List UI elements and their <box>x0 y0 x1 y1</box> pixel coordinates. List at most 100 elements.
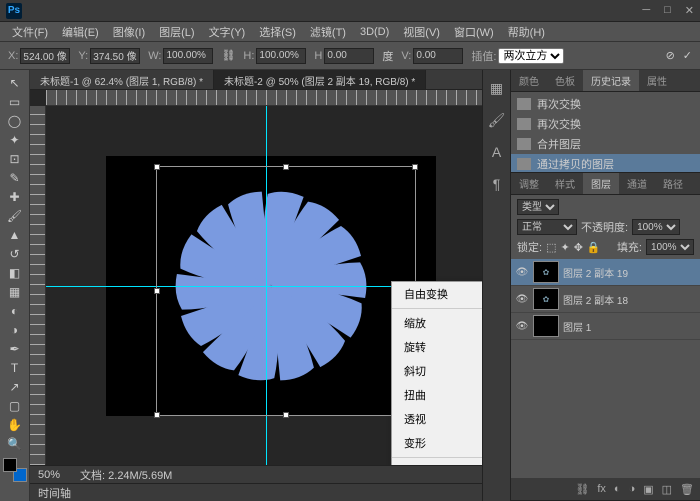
stamp-tool[interactable]: ▲ <box>4 226 26 244</box>
v-input[interactable] <box>413 48 463 64</box>
eyedropper-tool[interactable]: ✎ <box>4 169 26 187</box>
zoom-tool[interactable]: 🔍 <box>4 435 26 453</box>
minimize-icon[interactable]: ─ <box>642 4 650 17</box>
transform-handle-w[interactable] <box>154 288 160 294</box>
panel-tab[interactable]: 色板 <box>547 70 583 91</box>
menu-item[interactable]: 窗口(W) <box>448 22 500 42</box>
cancel-transform-icon[interactable]: ⊘ <box>666 49 675 62</box>
dock-icon-para[interactable]: ¶ <box>487 174 507 194</box>
adjustment-icon[interactable]: ◑ <box>629 483 636 495</box>
interp-select[interactable]: 两次立方 <box>498 48 564 64</box>
history-item[interactable]: 通过拷贝的图层 <box>511 154 700 172</box>
menu-item[interactable]: 图层(L) <box>153 22 200 42</box>
panel-tab[interactable]: 路径 <box>655 173 691 194</box>
dock-icon-brush[interactable]: 🖌 <box>487 110 507 130</box>
transform-handle-sw[interactable] <box>154 412 160 418</box>
layer-row[interactable]: 👁✿图层 2 副本 18 <box>511 286 700 313</box>
y-input[interactable] <box>90 48 140 64</box>
visibility-icon[interactable]: 👁 <box>515 267 529 278</box>
context-menu-item[interactable]: 斜切 <box>392 359 482 383</box>
document-tab[interactable]: 未标题-2 @ 50% (图层 2 副本 19, RGB/8) * <box>214 70 426 89</box>
lock-position-icon[interactable]: ✥ <box>574 241 583 254</box>
crop-tool[interactable]: ⊡ <box>4 150 26 168</box>
dock-icon-swatches[interactable]: ▦ <box>487 78 507 98</box>
document-tab[interactable]: 未标题-1 @ 62.4% (图层 1, RGB/8) * <box>30 70 214 89</box>
group-icon[interactable]: ▣ <box>643 483 653 496</box>
zoom-value[interactable]: 50% <box>38 469 60 481</box>
panel-tab[interactable]: 调整 <box>511 173 547 194</box>
menu-item[interactable]: 图像(I) <box>107 22 151 42</box>
gradient-tool[interactable]: ▦ <box>4 283 26 301</box>
hand-tool[interactable]: ✋ <box>4 416 26 434</box>
pen-tool[interactable]: ✒ <box>4 340 26 358</box>
canvas-viewport[interactable]: 自由变换缩放旋转斜切扭曲透视变形内容识别比例操控变形旋转 180 度旋转 90 … <box>46 106 482 465</box>
menu-item[interactable]: 文字(Y) <box>203 22 252 42</box>
fx-icon[interactable]: fx <box>597 483 606 495</box>
panel-tab[interactable]: 历史记录 <box>583 70 639 91</box>
layer-row[interactable]: 👁图层 1 <box>511 313 700 340</box>
shape-tool[interactable]: ▢ <box>4 397 26 415</box>
trash-icon[interactable]: 🗑 <box>680 483 694 496</box>
context-menu-item[interactable]: 旋转 <box>392 335 482 359</box>
x-input[interactable] <box>20 48 70 64</box>
maximize-icon[interactable]: □ <box>664 4 671 17</box>
dock-icon-char[interactable]: A <box>487 142 507 162</box>
context-menu-item[interactable]: 缩放 <box>392 311 482 335</box>
menu-item[interactable]: 选择(S) <box>253 22 302 42</box>
color-swatches[interactable] <box>3 458 27 482</box>
h-input[interactable] <box>256 48 306 64</box>
heal-tool[interactable]: ✚ <box>4 188 26 206</box>
move-tool[interactable]: ↖ <box>4 74 26 92</box>
path-tool[interactable]: ↗ <box>4 378 26 396</box>
panel-tab[interactable]: 属性 <box>639 70 675 91</box>
link-icon[interactable]: ⛓ <box>221 49 235 62</box>
context-menu-item[interactable]: 透视 <box>392 407 482 431</box>
blend-mode-select[interactable]: 正常 <box>517 219 577 235</box>
menu-item[interactable]: 帮助(H) <box>502 22 551 42</box>
fg-color-swatch[interactable] <box>3 458 17 472</box>
panel-tab[interactable]: 通道 <box>619 173 655 194</box>
transform-handle-ne[interactable] <box>412 164 418 170</box>
layer-filter-select[interactable]: 类型 <box>517 199 559 215</box>
menu-item[interactable]: 编辑(E) <box>56 22 105 42</box>
brush-tool[interactable]: 🖌 <box>4 207 26 225</box>
history-item[interactable]: 再次交换 <box>511 94 700 114</box>
history-item[interactable]: 再次交换 <box>511 114 700 134</box>
visibility-icon[interactable]: 👁 <box>515 321 529 332</box>
menu-item[interactable]: 文件(F) <box>6 22 54 42</box>
menu-item[interactable]: 3D(D) <box>354 24 395 40</box>
context-menu-item[interactable]: 变形 <box>392 431 482 455</box>
wand-tool[interactable]: ✦ <box>4 131 26 149</box>
eraser-tool[interactable]: ◧ <box>4 264 26 282</box>
lasso-tool[interactable]: ◯ <box>4 112 26 130</box>
history-item[interactable]: 合并图层 <box>511 134 700 154</box>
panel-tab[interactable]: 图层 <box>583 173 619 194</box>
lock-all-icon[interactable]: ⬚ <box>546 241 556 254</box>
panel-tab[interactable]: 颜色 <box>511 70 547 91</box>
blur-tool[interactable]: ◐ <box>4 302 26 320</box>
transform-handle-s[interactable] <box>283 412 289 418</box>
close-icon[interactable]: ✕ <box>685 4 694 17</box>
angle-input[interactable] <box>324 48 374 64</box>
new-layer-icon[interactable]: ◫ <box>662 483 672 496</box>
lock-pixels-icon[interactable]: ✦ <box>560 241 569 254</box>
commit-transform-icon[interactable]: ✓ <box>683 49 692 62</box>
context-menu-item[interactable]: 自由变换 <box>392 282 482 306</box>
w-input[interactable] <box>163 48 213 64</box>
fill-select[interactable]: 100% <box>646 239 694 255</box>
timeline-label[interactable]: 时间轴 <box>38 485 71 501</box>
mask-icon[interactable]: ◐ <box>614 483 621 495</box>
menu-item[interactable]: 视图(V) <box>397 22 446 42</box>
transform-handle-n[interactable] <box>283 164 289 170</box>
transform-handle-nw[interactable] <box>154 164 160 170</box>
panel-tab[interactable]: 样式 <box>547 173 583 194</box>
type-tool[interactable]: T <box>4 359 26 377</box>
opacity-select[interactable]: 100% <box>632 219 680 235</box>
layer-row[interactable]: 👁✿图层 2 副本 19 <box>511 259 700 286</box>
menu-item[interactable]: 滤镜(T) <box>304 22 352 42</box>
lock-icon[interactable]: 🔒 <box>587 241 601 254</box>
history-brush-tool[interactable]: ↺ <box>4 245 26 263</box>
marquee-tool[interactable]: ▭ <box>4 93 26 111</box>
visibility-icon[interactable]: 👁 <box>515 294 529 305</box>
transform-bounds[interactable] <box>156 166 416 416</box>
